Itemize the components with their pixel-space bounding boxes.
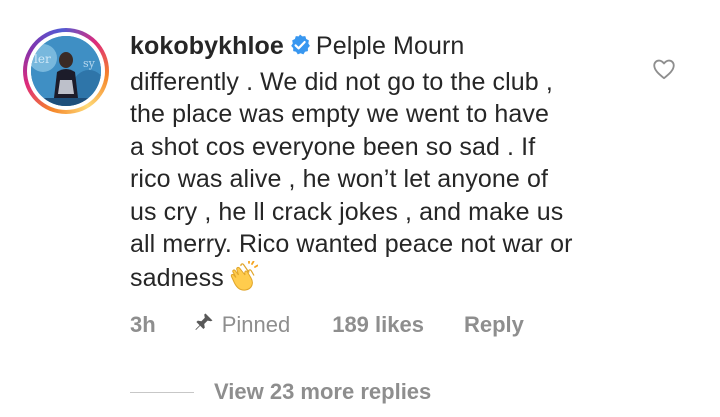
username[interactable]: kokobykhloe <box>130 32 284 60</box>
verified-badge-icon <box>288 33 312 66</box>
comment-text-line: differently . We did not go to the club … <box>130 67 553 96</box>
comment-text-line: us cry , he ll crack jokes , and make us <box>130 197 564 226</box>
comment-text-line: sadness <box>130 263 224 292</box>
like-button[interactable] <box>651 56 677 82</box>
comment-text-line: all merry. Rico wanted peace not war or <box>130 230 573 258</box>
comment-text-line: the place was empty we went to have <box>130 100 550 128</box>
pinned-label: Pinned <box>221 312 291 337</box>
view-more-replies[interactable]: View 23 more replies <box>130 376 431 408</box>
pinned-indicator: Pinned <box>194 312 291 338</box>
avatar[interactable]: ler sy <box>23 28 109 114</box>
clapping-hands-emoji-icon <box>230 259 259 300</box>
replies-divider <box>130 391 194 393</box>
comment-text-line: rico was alive , he won’t let anyone of <box>130 165 549 193</box>
comment-text-line: a shot cos everyone been so sad . If <box>130 132 536 161</box>
comment-meta-row: 3h Pinned 189 likes Reply <box>130 309 524 341</box>
avatar-photo: ler sy <box>31 36 101 106</box>
heart-outline-icon <box>653 59 675 80</box>
comment-body: kokobykhloe Pelple Mourn differently . W… <box>130 30 640 299</box>
comment-text-line: Pelple Mourn <box>315 32 465 60</box>
reply-button[interactable]: Reply <box>464 312 524 338</box>
comment-timestamp: 3h <box>130 312 156 337</box>
svg-text:ler: ler <box>34 52 51 66</box>
svg-text:sy: sy <box>83 57 96 70</box>
pin-icon <box>194 312 214 338</box>
view-more-replies-label[interactable]: View 23 more replies <box>214 379 431 405</box>
likes-count[interactable]: 189 likes <box>332 312 424 338</box>
